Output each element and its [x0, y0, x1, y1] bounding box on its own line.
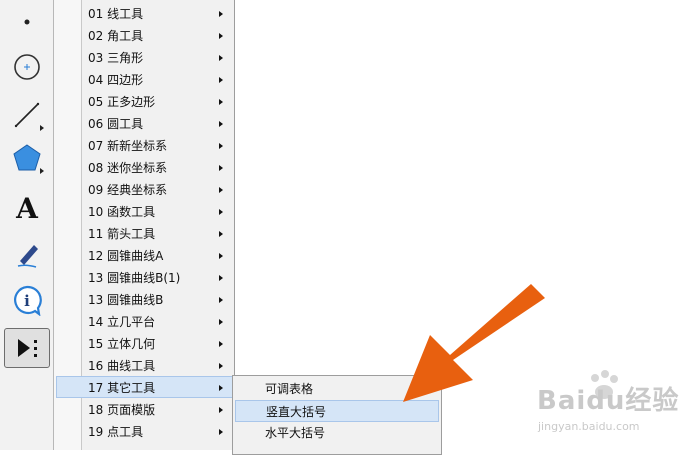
- submenu-arrow-icon: [219, 55, 223, 61]
- menu-item-10[interactable]: 10 函数工具: [82, 201, 234, 223]
- submenu-arrow-icon: [219, 231, 223, 237]
- menu-item-09[interactable]: 09 经典坐标系: [82, 179, 234, 201]
- menu-item-label: 09 经典坐标系: [88, 183, 168, 197]
- watermark-url: jingyan.baidu.com: [538, 420, 640, 433]
- menu-item-14[interactable]: 14 立几平台: [82, 311, 234, 333]
- menu-item-label: 05 正多边形: [88, 95, 156, 109]
- menu-item-12[interactable]: 12 圆锥曲线A: [82, 245, 234, 267]
- menu-item-label: 19 点工具: [88, 425, 144, 439]
- tool-segment[interactable]: [4, 95, 50, 135]
- menu-item-label: 11 箭头工具: [88, 227, 156, 241]
- menu-item-label: 03 三角形: [88, 51, 144, 65]
- menu-item-13b[interactable]: 13 圆锥曲线B: [82, 289, 234, 311]
- tool-polygon[interactable]: [4, 138, 50, 178]
- menu-item-label: 14 立几平台: [88, 315, 156, 329]
- menu-item-11[interactable]: 11 箭头工具: [82, 223, 234, 245]
- watermark-text: Baidu经验: [537, 386, 680, 416]
- submenu-arrow-icon: [219, 77, 223, 83]
- menu-item-label: 02 角工具: [88, 29, 144, 43]
- menu-item-label: 10 函数工具: [88, 205, 156, 219]
- menu-item-05[interactable]: 05 正多边形: [82, 91, 234, 113]
- submenu-arrow-icon: [219, 385, 223, 391]
- menu-item-16[interactable]: 16 曲线工具: [82, 355, 234, 377]
- custom-tools-menu: 01 线工具 02 角工具 03 三角形 04 四边形 05 正多边形 06 圆…: [56, 0, 235, 450]
- submenu-item-label: 竖直大括号: [266, 405, 327, 419]
- submenu-arrow-icon: [219, 253, 223, 259]
- tool-marker[interactable]: [4, 234, 50, 274]
- marker-pen-icon: [17, 245, 38, 268]
- submenu-item-label: 水平大括号: [265, 426, 326, 440]
- expand-arrow-icon: [40, 168, 44, 174]
- tool-palette: A i: [0, 0, 54, 450]
- menu-item-02[interactable]: 02 角工具: [82, 25, 234, 47]
- menu-item-label: 07 新新坐标系: [88, 139, 168, 153]
- menu-item-15[interactable]: 15 立体几何: [82, 333, 234, 355]
- tool-point[interactable]: [4, 0, 50, 40]
- watermark: Baidu经验 jingyan.baidu.com: [535, 368, 695, 448]
- menu-item-06[interactable]: 06 圆工具: [82, 113, 234, 135]
- menu-item-label: 18 页面模版: [88, 403, 156, 417]
- tool-text[interactable]: A: [4, 188, 50, 228]
- submenu-arrow-icon: [219, 297, 223, 303]
- submenu-item-horizontal-brace[interactable]: 水平大括号: [235, 422, 439, 444]
- line-segment-icon: [14, 102, 40, 128]
- point-icon: [24, 19, 30, 25]
- submenu-arrow-icon: [219, 187, 223, 193]
- submenu-arrow-icon: [219, 363, 223, 369]
- menu-item-18[interactable]: 18 页面模版: [82, 399, 234, 421]
- annotation-arrow-icon: [403, 284, 545, 402]
- expand-arrow-icon: [40, 125, 44, 131]
- menu-item-label: 13 圆锥曲线B(1): [88, 271, 181, 285]
- menu-item-label: 13 圆锥曲线B: [88, 293, 164, 307]
- submenu-arrow-icon: [219, 143, 223, 149]
- menu-item-13a[interactable]: 13 圆锥曲线B(1): [82, 267, 234, 289]
- menu-item-03[interactable]: 03 三角形: [82, 47, 234, 69]
- submenu-arrow-icon: [219, 407, 223, 413]
- info-icon: i: [14, 285, 42, 316]
- submenu-arrow-icon: [219, 275, 223, 281]
- menu-item-17[interactable]: 17 其它工具: [56, 376, 235, 398]
- submenu-arrow-icon: [219, 165, 223, 171]
- polygon-icon: [13, 144, 41, 171]
- menu-item-label: 17 其它工具: [88, 381, 156, 395]
- menu-item-07[interactable]: 07 新新坐标系: [82, 135, 234, 157]
- menu-item-label: 06 圆工具: [88, 117, 144, 131]
- submenu-arrow-icon: [219, 209, 223, 215]
- menu-item-label: 16 曲线工具: [88, 359, 156, 373]
- submenu-arrow-icon: [219, 99, 223, 105]
- tool-circle[interactable]: [4, 47, 50, 87]
- tool-custom[interactable]: [4, 328, 50, 368]
- circle-icon: [14, 54, 40, 80]
- menu-item-label: 08 迷你坐标系: [88, 161, 168, 175]
- menu-item-01[interactable]: 01 线工具: [82, 3, 234, 25]
- menu-item-label: 15 立体几何: [88, 337, 156, 351]
- custom-tools-icon: [18, 339, 37, 357]
- menu-item-label: 04 四边形: [88, 73, 144, 87]
- menu-item-19[interactable]: 19 点工具: [82, 421, 234, 443]
- menu-item-label: 12 圆锥曲线A: [88, 249, 164, 263]
- submenu-arrow-icon: [219, 33, 223, 39]
- text-icon: A: [16, 191, 38, 225]
- submenu-arrow-icon: [219, 319, 223, 325]
- submenu-arrow-icon: [219, 11, 223, 17]
- menu-item-04[interactable]: 04 四边形: [82, 69, 234, 91]
- submenu-item-label: 可调表格: [265, 382, 314, 396]
- submenu-arrow-icon: [219, 341, 223, 347]
- tool-info[interactable]: i: [4, 280, 50, 320]
- menu-item-label: 01 线工具: [88, 7, 144, 21]
- submenu-arrow-icon: [219, 121, 223, 127]
- submenu-arrow-icon: [219, 429, 223, 435]
- menu-item-08[interactable]: 08 迷你坐标系: [82, 157, 234, 179]
- info-letter: i: [24, 292, 30, 310]
